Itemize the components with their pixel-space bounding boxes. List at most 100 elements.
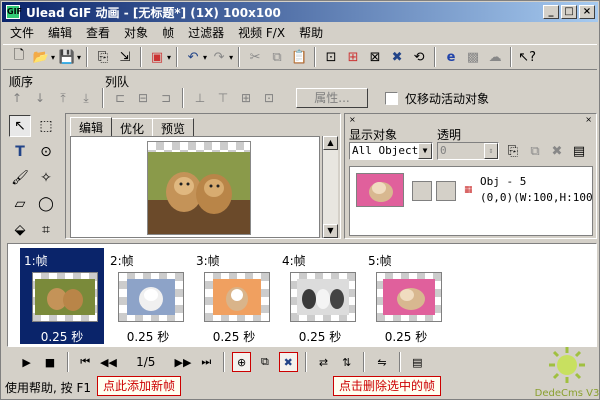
marquee-tool-icon[interactable]: ⬚ (35, 115, 57, 137)
optimize-wizard-icon[interactable]: ▩ (463, 47, 483, 67)
transparency-spinner[interactable]: 0 ⇕ (437, 142, 499, 160)
redo-icon[interactable]: ↷ (209, 47, 229, 67)
move-bottom-icon[interactable]: ⤓ (76, 88, 96, 108)
menu-edit[interactable]: 编辑 (41, 24, 79, 41)
close-button[interactable]: × (579, 5, 595, 19)
new-file-icon[interactable]: 🗋 (9, 47, 29, 67)
add-frame-icon[interactable]: ⊕ (231, 352, 252, 372)
optimize-dropdown-icon[interactable]: ▾ (167, 53, 171, 62)
object-toolbar: ↑ ↓ ⤒ ⤓ ⊏ ⊟ ⊐ ⊥ ⊤ ⊞ ⊡ 属性... 仅移动活动对象 (7, 87, 597, 109)
tween-icon[interactable]: ⇄ (314, 352, 333, 372)
chevron-down-icon[interactable]: ▼ (418, 143, 432, 159)
align-middle-icon[interactable]: ⊞ (236, 88, 256, 108)
ie-preview-icon[interactable]: e (441, 47, 461, 67)
menu-filter[interactable]: 过滤器 (181, 24, 231, 41)
properties-button[interactable]: 属性... (296, 88, 368, 108)
lasso-tool-icon[interactable]: ⊙ (35, 141, 57, 163)
help-arrow-icon[interactable]: ↖? (517, 47, 537, 67)
move-up-icon[interactable]: ↑ (7, 88, 27, 108)
toolbar-separator (102, 88, 104, 108)
ellipse-tool-icon[interactable]: ◯ (35, 193, 57, 215)
duplicate-object-icon[interactable]: ⧉ (525, 141, 545, 161)
delete-object-icon[interactable]: ✖ (547, 141, 567, 161)
canvas-view[interactable] (70, 136, 320, 238)
duplicate-frame-icon[interactable]: ⧉ (255, 352, 274, 372)
frame-item[interactable]: 2:帧 0.25 秒 (106, 248, 190, 344)
object-props-icon[interactable]: ▤ (569, 141, 589, 161)
paintbrush-tool-icon[interactable]: 🖌 (9, 167, 31, 189)
maximize-button[interactable]: □ (561, 5, 577, 19)
title-bar[interactable]: GIF Ulead GIF 动画 - [无标题*] (1X) 100x100 _… (2, 2, 598, 22)
last-frame-icon[interactable]: ⏭ (197, 352, 216, 372)
menu-video-fx[interactable]: 视频 F/X (231, 24, 292, 41)
frame-delay: 0.25 秒 (212, 330, 256, 344)
toolbar-separator (238, 47, 241, 67)
eraser-tool-icon[interactable]: ▱ (9, 193, 31, 215)
object-list-item[interactable]: ▦ Obj - 5 (0,0)(W:100,H:100) (349, 166, 593, 236)
only-move-active-checkbox[interactable] (385, 91, 398, 105)
distribute-icon[interactable]: ⊡ (259, 88, 279, 108)
redo-dropdown-icon[interactable]: ▾ (229, 53, 233, 62)
frame-item[interactable]: 5:帧 0.25 秒 (364, 248, 448, 344)
frame-item[interactable]: 4:帧 0.25 秒 (278, 248, 362, 344)
pick-tool-icon[interactable]: ↖ (9, 115, 31, 137)
canvas-image[interactable] (147, 141, 251, 235)
open-dropdown-icon[interactable]: ▾ (51, 53, 55, 62)
transform-tool-icon[interactable]: ⌗ (35, 219, 57, 241)
object-name: Obj - 5 (480, 175, 527, 188)
text-tool-icon[interactable]: T (9, 141, 31, 163)
undo-dropdown-icon[interactable]: ▾ (203, 53, 207, 62)
save-icon[interactable]: 💾 (57, 47, 77, 67)
frame-props-icon[interactable]: ⇋ (372, 352, 391, 372)
optimize-icon[interactable]: ▣ (147, 47, 167, 67)
play-icon[interactable]: ▶ (17, 352, 36, 372)
reverse-icon[interactable]: ⇅ (337, 352, 356, 372)
first-frame-icon[interactable]: ⏮ (76, 352, 95, 372)
import-icon[interactable]: ⎘ (93, 47, 113, 67)
open-folder-icon[interactable]: 📂 (31, 47, 51, 67)
object-mask-box (436, 181, 456, 201)
menu-object[interactable]: 对象 (117, 24, 155, 41)
next-frame-icon[interactable]: ▶▶ (173, 352, 192, 372)
wizard-icon[interactable]: ⊠ (365, 47, 385, 67)
show-object-select[interactable]: All Objects ▼ (349, 142, 433, 160)
prev-frame-icon[interactable]: ◀◀ (99, 352, 118, 372)
banner-icon[interactable]: ☁ (485, 47, 505, 67)
align-top-icon[interactable]: ⊤ (213, 88, 233, 108)
insert-file-icon[interactable]: ▤ (408, 352, 427, 372)
rotate-icon[interactable]: ⟲ (409, 47, 429, 67)
undo-icon[interactable]: ↶ (183, 47, 203, 67)
delete-icon[interactable]: ✖ (387, 47, 407, 67)
panel-close-icon-right[interactable]: × (585, 115, 592, 124)
spinner-arrows-icon[interactable]: ⇕ (484, 143, 498, 159)
resize-icon[interactable]: ⊞ (343, 47, 363, 67)
paste-icon[interactable]: 📋 (289, 47, 309, 67)
crop-icon[interactable]: ⊡ (321, 47, 341, 67)
frame-item[interactable]: 1:帧 0.25 秒 (20, 248, 104, 344)
align-center-icon[interactable]: ⊟ (133, 88, 153, 108)
menu-frame[interactable]: 帧 (155, 24, 181, 41)
align-right-icon[interactable]: ⊐ (156, 88, 176, 108)
frame-item[interactable]: 3:帧 0.25 秒 (192, 248, 276, 344)
new-object-icon[interactable]: ⎘ (503, 141, 523, 161)
copy-icon[interactable]: ⧉ (267, 47, 287, 67)
delete-frame-icon[interactable]: ✖ (278, 352, 298, 372)
panel-close-icon[interactable]: × (349, 115, 356, 124)
scroll-down-button[interactable]: ▼ (323, 224, 338, 238)
menu-file[interactable]: 文件 (3, 24, 41, 41)
move-down-icon[interactable]: ↓ (30, 88, 50, 108)
save-dropdown-icon[interactable]: ▾ (77, 53, 81, 62)
magic-wand-tool-icon[interactable]: ✧ (35, 167, 57, 189)
menu-help[interactable]: 帮助 (292, 24, 330, 41)
align-bottom-icon[interactable]: ⊥ (190, 88, 210, 108)
align-left-icon[interactable]: ⊏ (110, 88, 130, 108)
stop-icon[interactable]: ■ (40, 352, 59, 372)
move-top-icon[interactable]: ⤒ (53, 88, 73, 108)
canvas-scrollbar[interactable]: ▲ ▼ (322, 136, 338, 238)
cut-icon[interactable]: ✂ (245, 47, 265, 67)
scroll-up-button[interactable]: ▲ (323, 136, 338, 150)
export-icon[interactable]: ⇲ (115, 47, 135, 67)
minimize-button[interactable]: _ (543, 5, 559, 19)
fill-tool-icon[interactable]: ⬙ (9, 219, 31, 241)
menu-view[interactable]: 查看 (79, 24, 117, 41)
